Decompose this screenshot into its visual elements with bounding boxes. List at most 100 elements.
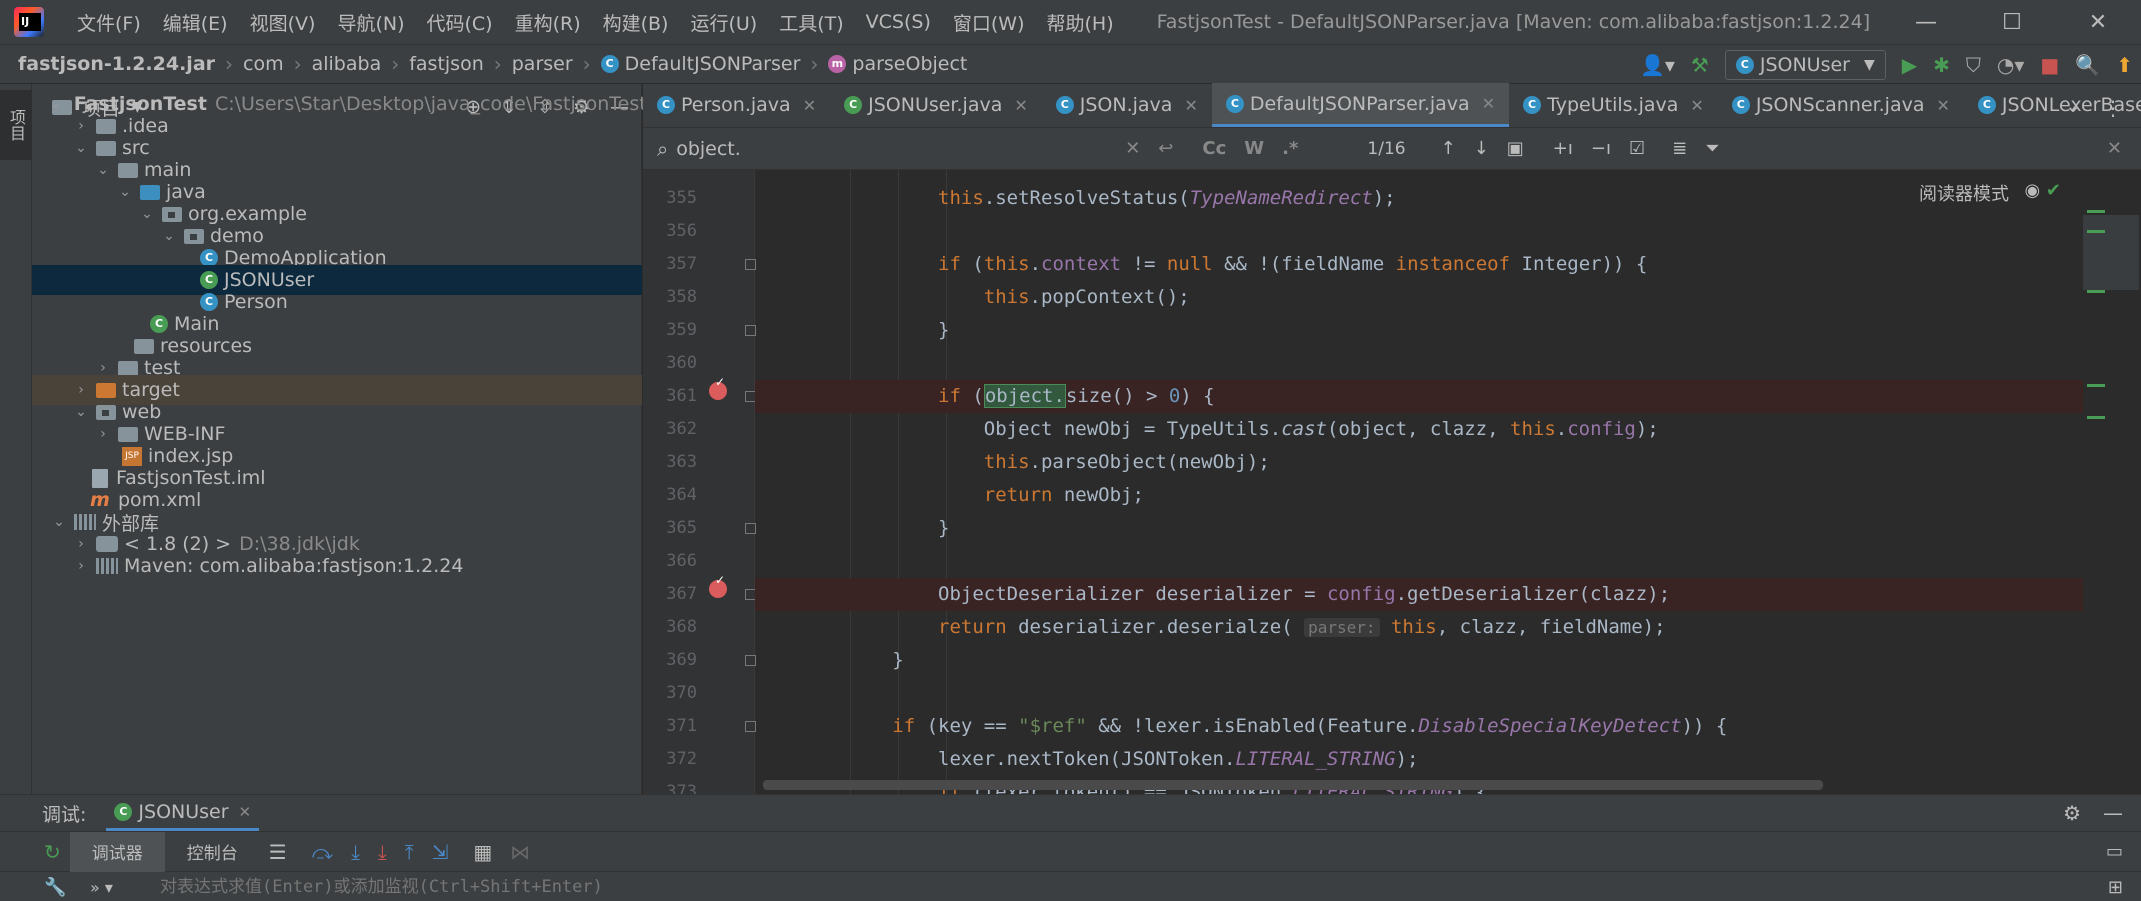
reader-mode-toggle[interactable]: 阅读器模式 bbox=[1919, 180, 2009, 206]
code-line-368[interactable]: return deserializer.deserialze( parser: … bbox=[755, 611, 2135, 644]
menu-vcs[interactable]: VCS(S) bbox=[855, 11, 942, 33]
close-icon[interactable]: ✕ bbox=[1936, 96, 1949, 115]
maximize-button[interactable]: ☐ bbox=[1969, 0, 2055, 44]
close-icon[interactable]: ✕ bbox=[1184, 96, 1197, 115]
step-into-icon[interactable]: ⤓ bbox=[351, 840, 360, 864]
code-line-369[interactable]: } bbox=[755, 644, 2135, 677]
add-watch-icon[interactable]: ⊞ bbox=[2108, 877, 2123, 898]
filter-lines-icon[interactable]: ≣ bbox=[1672, 138, 1687, 159]
clear-icon[interactable]: ✕ bbox=[1125, 138, 1140, 159]
gear-icon[interactable]: ⚙ bbox=[2063, 801, 2081, 825]
code-line-358[interactable]: this.popContext(); bbox=[755, 281, 2135, 314]
search-input[interactable] bbox=[676, 137, 1117, 160]
force-step-into-icon[interactable]: ⤓ bbox=[378, 840, 387, 864]
menu-code[interactable]: 代码(C) bbox=[415, 9, 503, 36]
layout-icon[interactable]: ▭ bbox=[2106, 841, 2123, 862]
breadcrumb-fastjson[interactable]: fastjson bbox=[409, 53, 484, 75]
search-everywhere-icon[interactable]: 🔍 bbox=[2075, 53, 2100, 77]
close-window-button[interactable]: ✕ bbox=[2055, 0, 2141, 44]
menu-help[interactable]: 帮助(H) bbox=[1036, 9, 1125, 36]
expand-icon[interactable]: » ▾ bbox=[90, 878, 113, 897]
close-icon[interactable]: ✕ bbox=[803, 96, 816, 115]
code-line-357[interactable]: if (this.context != null && !(fieldName … bbox=[755, 248, 2135, 281]
menu-navigate[interactable]: 导航(N) bbox=[326, 9, 415, 36]
horizontal-scrollbar[interactable] bbox=[763, 780, 1823, 790]
tab-defaultjsonparser-java[interactable]: C DefaultJSONParser.java ✕ bbox=[1211, 83, 1510, 127]
remove-occurrence-icon[interactable]: −ı bbox=[1591, 138, 1611, 159]
step-out-icon[interactable]: ⤒ bbox=[405, 840, 414, 864]
breakpoint-icon[interactable] bbox=[709, 375, 727, 400]
stop-icon[interactable]: ■ bbox=[2040, 53, 2059, 77]
evaluate-icon[interactable]: ▦ bbox=[473, 840, 492, 864]
run-icon[interactable]: ▶ bbox=[1902, 53, 1917, 77]
select-all-icon[interactable]: ▣ bbox=[1507, 138, 1524, 159]
wrench-icon[interactable]: 🔧 bbox=[44, 877, 66, 898]
code-line-364[interactable]: return newObj; bbox=[755, 479, 2135, 512]
breadcrumb-jar[interactable]: fastjson-1.2.24.jar bbox=[18, 53, 215, 75]
stripe-tab-project[interactable]: 项目 bbox=[0, 90, 32, 160]
code-line-361[interactable]: if (object.size() > 0) { bbox=[755, 380, 2135, 413]
breadcrumb-method[interactable]: m parseObject bbox=[828, 53, 967, 75]
profiler-icon[interactable]: ◔▾ bbox=[1997, 53, 2025, 77]
tab-debugger[interactable]: 调试器 bbox=[69, 831, 165, 872]
minimize-button[interactable]: — bbox=[1883, 0, 1969, 44]
inspections-icon[interactable]: ◉ ✔ bbox=[2024, 180, 2061, 201]
close-search-icon[interactable]: ✕ bbox=[2107, 138, 2122, 159]
rerun-icon[interactable]: ↻ bbox=[44, 840, 61, 864]
breadcrumb-alibaba[interactable]: alibaba bbox=[312, 53, 382, 75]
arrow-up-icon[interactable]: ↑ bbox=[1441, 138, 1456, 159]
menu-view[interactable]: 视图(V) bbox=[239, 9, 327, 36]
update-icon[interactable]: ⬆ bbox=[2116, 53, 2133, 77]
menu-lines-icon[interactable]: ☰ bbox=[269, 840, 287, 864]
build-hammer-icon[interactable]: ⚒ bbox=[1691, 53, 1709, 77]
evaluate-expression-input[interactable] bbox=[160, 877, 960, 897]
tab-console[interactable]: 控制台 bbox=[165, 832, 260, 872]
close-icon[interactable]: ✕ bbox=[1690, 96, 1703, 115]
tab-jsonuser-java[interactable]: C JSONUser.java ✕ bbox=[830, 83, 1042, 127]
more-options-icon[interactable]: ⋮ bbox=[2103, 96, 2123, 120]
select-all-occurrences-icon[interactable]: ☑ bbox=[1629, 138, 1645, 159]
run-configuration-select[interactable]: C JSONUser ▼ bbox=[1724, 50, 1886, 80]
menu-window[interactable]: 窗口(W) bbox=[942, 9, 1036, 36]
menu-file[interactable]: 文件(F) bbox=[66, 9, 152, 36]
code-line-365[interactable]: } bbox=[755, 512, 2135, 545]
filter-icon[interactable]: ⏷ bbox=[1705, 138, 1719, 159]
breadcrumb-com[interactable]: com bbox=[243, 53, 284, 75]
regex-toggle[interactable]: .* bbox=[1282, 138, 1298, 159]
code-line-359[interactable]: } bbox=[755, 314, 2135, 347]
step-over-icon[interactable]: ⤼ bbox=[312, 840, 333, 864]
menu-refactor[interactable]: 重构(R) bbox=[504, 9, 592, 36]
code-editor[interactable]: 355 356 357 358 359 360 361 362 363 364 … bbox=[643, 170, 2141, 794]
run-to-cursor-icon[interactable]: ⇲ bbox=[432, 840, 449, 864]
tab-typeutils-java[interactable]: C TypeUtils.java ✕ bbox=[1509, 83, 1718, 127]
add-occurrence-icon[interactable]: +ı bbox=[1553, 138, 1573, 159]
code-line-363[interactable]: this.parseObject(newObj); bbox=[755, 446, 2135, 479]
intellij-logo-icon[interactable] bbox=[14, 7, 44, 37]
coverage-shield-icon[interactable]: ⛉ bbox=[1966, 53, 1981, 77]
close-icon[interactable]: ✕ bbox=[1482, 94, 1495, 113]
search-icon[interactable]: ⌕ bbox=[657, 137, 668, 161]
tab-person-java[interactable]: C Person.java ✕ bbox=[643, 83, 830, 127]
tab-jsonscanner-java[interactable]: C JSONScanner.java ✕ bbox=[1718, 83, 1964, 127]
code-line-372[interactable]: lexer.nextToken(JSONToken.LITERAL_STRING… bbox=[755, 743, 2135, 776]
error-stripe[interactable] bbox=[2083, 170, 2141, 794]
debug-session-tab[interactable]: C JSONUser ✕ bbox=[106, 795, 260, 831]
chevron-down-icon[interactable]: ⌄ bbox=[2065, 84, 2081, 128]
close-icon[interactable]: ✕ bbox=[239, 803, 252, 821]
menu-build[interactable]: 构建(B) bbox=[592, 9, 680, 36]
new-line-icon[interactable]: ↩ bbox=[1158, 138, 1173, 159]
menu-run[interactable]: 运行(U) bbox=[679, 9, 768, 36]
close-icon[interactable]: ✕ bbox=[1014, 96, 1027, 115]
user-icon[interactable]: 👤▾ bbox=[1640, 53, 1675, 77]
code-line-367[interactable]: ObjectDeserializer deserializer = config… bbox=[755, 578, 2135, 611]
whole-words-toggle[interactable]: W bbox=[1244, 138, 1264, 159]
arrow-down-icon[interactable]: ↓ bbox=[1474, 138, 1489, 159]
tab-json-java[interactable]: C JSON.java ✕ bbox=[1042, 83, 1212, 127]
match-case-toggle[interactable]: Cc bbox=[1202, 138, 1226, 159]
menu-edit[interactable]: 编辑(E) bbox=[152, 9, 239, 36]
tree-item-maven-fastjson[interactable]: › Maven: com.alibaba:fastjson:1.2.24 bbox=[32, 551, 642, 581]
hide-icon[interactable]: — bbox=[2103, 801, 2123, 825]
breadcrumb-parser[interactable]: parser bbox=[512, 53, 573, 75]
breadcrumb-class[interactable]: C DefaultJSONParser bbox=[600, 53, 800, 75]
code-line-371[interactable]: if (key == "$ref" && !lexer.isEnabled(Fe… bbox=[755, 710, 2135, 743]
